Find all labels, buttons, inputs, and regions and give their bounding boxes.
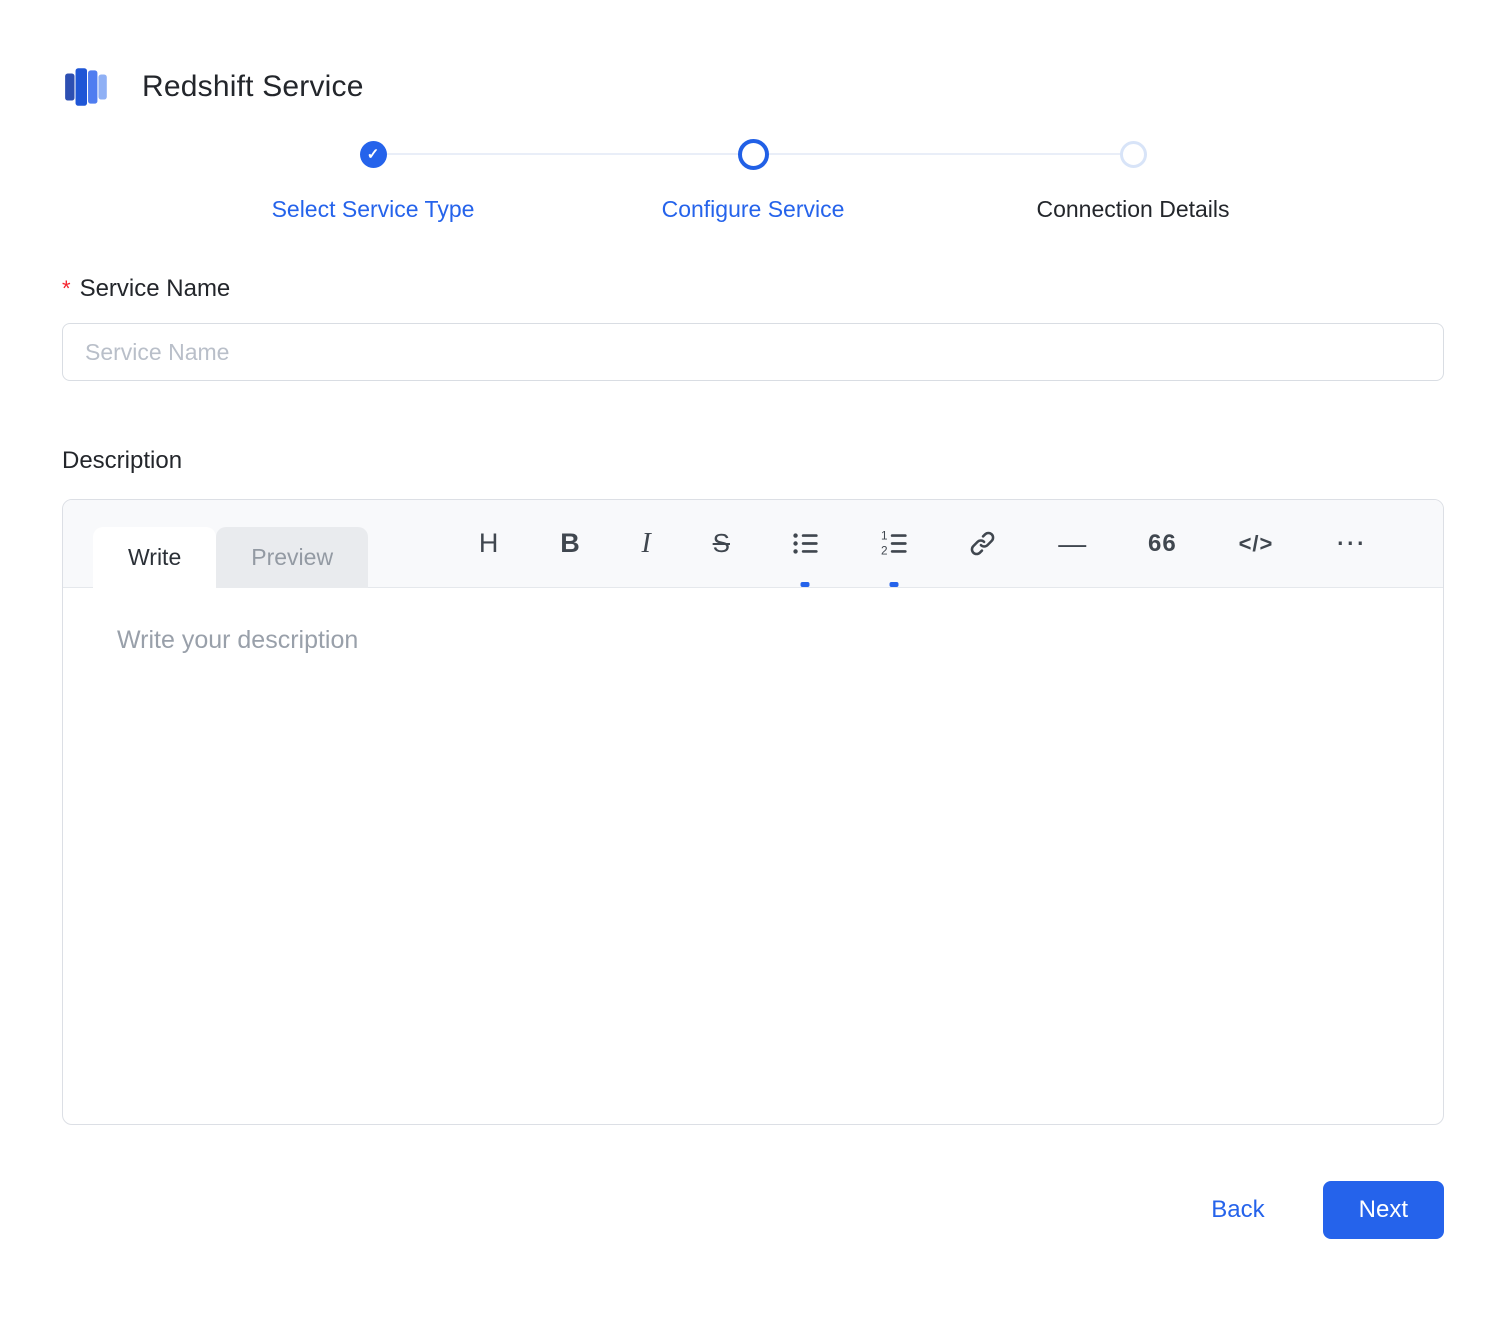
- required-asterisk: *: [62, 276, 71, 302]
- step-configure-service[interactable]: Configure Service: [563, 138, 943, 223]
- heading-icon[interactable]: H: [473, 500, 505, 587]
- step-label: Select Service Type: [272, 196, 475, 223]
- editor-toolbar-icons: H B I S 1: [368, 500, 1443, 587]
- step-select-service-type[interactable]: ✓ Select Service Type: [183, 138, 563, 223]
- code-icon[interactable]: </>: [1233, 500, 1280, 587]
- step-active-circle-icon: [738, 139, 769, 170]
- service-name-label-text: Service Name: [80, 275, 231, 303]
- bulleted-list-icon[interactable]: [786, 500, 825, 587]
- redshift-service-icon: [62, 62, 112, 112]
- quote-icon[interactable]: 66: [1142, 500, 1183, 587]
- check-icon: ✓: [367, 145, 380, 163]
- bulleted-list-active-mark: [801, 582, 810, 587]
- page-header: Redshift Service: [62, 60, 1444, 114]
- bold-icon[interactable]: B: [554, 500, 586, 587]
- strikethrough-icon[interactable]: S: [707, 500, 736, 587]
- horizontal-rule-icon[interactable]: —: [1052, 500, 1092, 587]
- step-completed-check-icon: ✓: [360, 141, 387, 168]
- editor-toolbar: Write Preview H B I S: [63, 500, 1443, 588]
- wizard-footer: Back Next: [62, 1181, 1444, 1239]
- link-icon[interactable]: [963, 500, 1002, 587]
- svg-text:1: 1: [881, 530, 888, 542]
- svg-text:2: 2: [881, 543, 888, 557]
- service-wizard-page: Redshift Service ✓ Select Service Type C…: [0, 0, 1506, 1239]
- step-connection-details[interactable]: Connection Details: [943, 138, 1323, 223]
- tab-preview[interactable]: Preview: [216, 527, 368, 588]
- wizard-stepper: ✓ Select Service Type Configure Service …: [183, 138, 1323, 223]
- numbered-list-icon[interactable]: 1 2: [875, 500, 914, 587]
- description-label: Description: [62, 447, 1444, 475]
- service-name-label: * Service Name: [62, 275, 1444, 303]
- back-button[interactable]: Back: [1205, 1195, 1270, 1225]
- more-icon[interactable]: ⋯: [1329, 500, 1373, 587]
- step-pending-circle-icon: [1120, 141, 1147, 168]
- next-button[interactable]: Next: [1323, 1181, 1444, 1239]
- editor-body: [63, 588, 1443, 1124]
- step-label: Configure Service: [662, 196, 845, 223]
- tab-write[interactable]: Write: [93, 527, 216, 588]
- page-title: Redshift Service: [142, 70, 364, 104]
- editor-tabs: Write Preview: [93, 500, 368, 587]
- description-label-text: Description: [62, 447, 182, 475]
- italic-icon[interactable]: I: [636, 500, 657, 587]
- numbered-list-active-mark: [890, 582, 899, 587]
- step-label: Connection Details: [1036, 196, 1229, 223]
- description-textarea[interactable]: [115, 624, 1391, 1088]
- description-editor: Write Preview H B I S: [62, 499, 1444, 1125]
- service-name-input[interactable]: [62, 323, 1444, 381]
